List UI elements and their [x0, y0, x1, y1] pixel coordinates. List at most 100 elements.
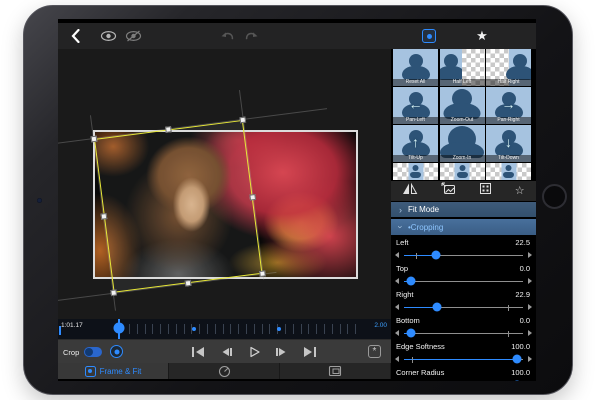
arrow-down-icon: ↓ — [505, 134, 512, 151]
slider-thumb[interactable] — [512, 354, 522, 364]
arrow-left-icon: ← — [408, 96, 423, 113]
preview-eye-button[interactable] — [98, 23, 118, 49]
crop-handle-l[interactable] — [100, 212, 108, 220]
eye-off-icon — [125, 30, 141, 42]
preset-pillarbox[interactable] — [486, 163, 531, 180]
crop-handle-t[interactable] — [165, 126, 172, 133]
nudge-right-button[interactable] — [528, 278, 532, 284]
step-back-icon — [222, 348, 232, 356]
favorites-tab[interactable]: ☆ — [514, 184, 525, 197]
nudge-right-button[interactable] — [528, 252, 532, 258]
favorite-button[interactable]: ★ — [473, 23, 491, 49]
tab-frame-and-fit[interactable]: Frame & Fit — [58, 363, 169, 379]
panel-tool-tabs: ☆ — [391, 181, 536, 201]
arrow-up-icon: ↑ — [412, 134, 419, 151]
play-button[interactable] — [246, 346, 262, 358]
slider-track[interactable] — [404, 328, 523, 338]
preset-pan-left[interactable]: ← Pan-Left — [393, 87, 438, 124]
slider-top: Top 0.0 — [391, 263, 536, 289]
chevron-down-icon: › — [395, 225, 406, 229]
current-timecode: 1:01.17 — [61, 322, 83, 329]
play-icon — [250, 346, 260, 358]
chevron-left-icon — [71, 29, 80, 43]
preset-zoom-in[interactable]: Zoom-In — [439, 125, 485, 162]
slider-left: Left 22.5 — [391, 237, 536, 263]
skip-to-end-button[interactable] — [302, 346, 318, 358]
preset-pillarbox[interactable] — [439, 163, 485, 180]
crop-scale-tab[interactable] — [479, 182, 492, 200]
undo-icon — [221, 31, 234, 39]
preset-half-right[interactable]: Half Right — [486, 49, 531, 86]
skip-end-icon — [304, 347, 316, 357]
preset-pillarbox[interactable] — [393, 163, 438, 180]
slider-track[interactable] — [404, 302, 523, 312]
crop-handle-tr[interactable] — [239, 116, 247, 124]
crop-toggle-label: Crop — [63, 348, 80, 357]
timeline-ruler[interactable]: 1:01.17 2.00 — [58, 319, 391, 339]
preset-zoom-out[interactable]: Zoom-Out — [439, 87, 485, 124]
slider-thumb[interactable] — [406, 328, 416, 338]
nudge-left-button[interactable] — [395, 356, 399, 362]
frame-fit-icon — [422, 29, 436, 43]
flip-icon — [403, 182, 418, 194]
nudge-right-button[interactable] — [528, 330, 532, 336]
nudge-left-button[interactable] — [395, 252, 399, 258]
tab-stabilizer[interactable] — [280, 363, 391, 379]
clip-duration: 2.00 — [374, 322, 387, 329]
preview-eye-off-button[interactable] — [123, 23, 143, 49]
slider-track[interactable] — [404, 276, 523, 286]
flip-tab[interactable] — [402, 182, 418, 200]
nudge-left-button[interactable] — [395, 278, 399, 284]
crop-handle-b[interactable] — [184, 279, 192, 287]
crop-outline[interactable] — [94, 119, 263, 293]
slider-bottom: Bottom 0.0 — [391, 315, 536, 341]
slider-right: Right 22.9 — [391, 289, 536, 315]
crop-toggle[interactable] — [84, 347, 102, 357]
star-icon: ★ — [476, 28, 488, 43]
add-keyframe-button[interactable] — [110, 345, 123, 358]
fit-mode-section-header[interactable]: › Fit Mode — [391, 202, 536, 217]
redo-icon — [245, 31, 258, 39]
slider-thumb[interactable] — [406, 276, 416, 286]
eye-icon — [100, 30, 116, 42]
preset-pan-right[interactable]: → Pan-Right — [486, 87, 531, 124]
keyframe-icon — [114, 349, 119, 354]
step-forward-button[interactable] — [274, 346, 290, 358]
chevron-right-icon: › — [399, 204, 402, 215]
slider-track[interactable] — [404, 250, 523, 260]
preset-tilt-down[interactable]: ↓ Tilt-Down — [486, 125, 531, 162]
home-button[interactable] — [542, 184, 567, 209]
export-tab[interactable] — [441, 182, 456, 200]
skip-to-start-button[interactable] — [190, 346, 206, 358]
slider-track[interactable] — [404, 354, 523, 364]
nudge-left-button[interactable] — [395, 330, 399, 336]
preset-half-left[interactable]: Half Left — [439, 49, 485, 86]
star-outline-icon: ☆ — [514, 184, 525, 197]
crop-handle-r[interactable] — [249, 193, 256, 201]
preset-star-icon: * — [372, 346, 377, 357]
step-back-button[interactable] — [218, 346, 234, 358]
nudge-right-button[interactable] — [528, 304, 532, 310]
nudge-left-button[interactable] — [395, 304, 399, 310]
ipad-device: ★ Reset All Half Left Half Right ← Pan-L… — [23, 5, 573, 395]
save-preset-button[interactable]: * — [368, 345, 381, 358]
back-button[interactable] — [66, 23, 84, 49]
tab-speed[interactable] — [169, 363, 280, 379]
slider-thumb[interactable] — [432, 302, 442, 312]
fit-mode-label: Fit Mode — [408, 205, 440, 214]
crop-handle-tl[interactable] — [90, 135, 98, 143]
redo-button[interactable] — [243, 23, 261, 49]
slider-thumb[interactable] — [431, 250, 441, 260]
cropping-section-header[interactable]: › •Cropping — [391, 219, 536, 235]
preset-reset-all[interactable]: Reset All — [393, 49, 438, 86]
slider-edge-softness: Edge Softness 100.0 — [391, 341, 536, 367]
crop-corners-icon — [479, 183, 491, 194]
slider-corner-radius: Corner Radius 100.0 — [391, 367, 536, 381]
frame-fit-tool-button[interactable] — [420, 23, 438, 49]
preset-tilt-up[interactable]: ↑ Tilt-Up — [393, 125, 438, 162]
crop-rectangle[interactable] — [58, 90, 328, 311]
crop-handle-bl[interactable] — [110, 289, 118, 297]
nudge-right-button[interactable] — [528, 356, 532, 362]
crop-handle-br[interactable] — [259, 270, 266, 278]
undo-button[interactable] — [218, 23, 236, 49]
